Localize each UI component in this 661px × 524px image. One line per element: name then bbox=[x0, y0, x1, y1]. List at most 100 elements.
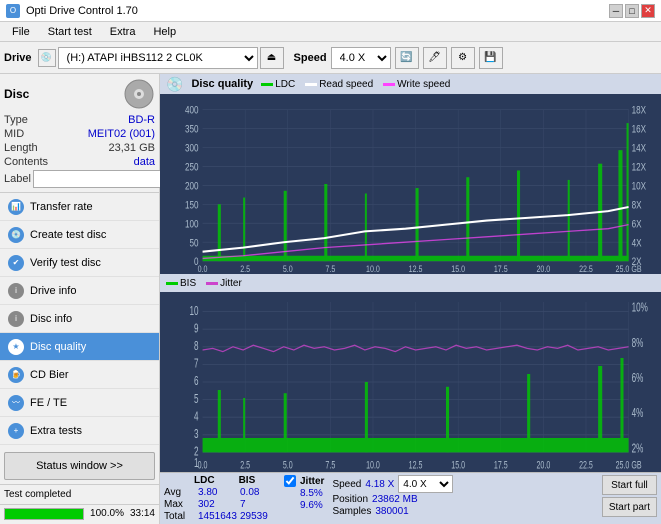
settings-button[interactable]: ⚙ bbox=[451, 47, 475, 69]
drive-info-icon: i bbox=[8, 283, 24, 299]
svg-text:50: 50 bbox=[190, 237, 199, 249]
chart-legend: LDC Read speed Write speed bbox=[261, 79, 450, 90]
chart-header: 💿 Disc quality LDC Read speed Write spee… bbox=[160, 74, 661, 94]
cd-bier-icon: 🍺 bbox=[8, 367, 24, 383]
legend-bis-color bbox=[166, 282, 178, 285]
svg-text:12.5: 12.5 bbox=[409, 459, 423, 470]
svg-text:8X: 8X bbox=[632, 199, 642, 211]
chart1-svg: 400 350 300 250 200 150 100 50 0 18X 16X… bbox=[162, 96, 659, 272]
svg-text:3: 3 bbox=[194, 427, 199, 441]
verify-test-disc-icon: ✔ bbox=[8, 255, 24, 271]
sidebar-item-disc-info[interactable]: i Disc info bbox=[0, 305, 159, 333]
legend-read-speed: Read speed bbox=[305, 79, 373, 90]
disc-info-icon: i bbox=[8, 311, 24, 327]
svg-text:15.0: 15.0 bbox=[451, 459, 465, 470]
sidebar-item-verify-test-disc[interactable]: ✔ Verify test disc bbox=[0, 249, 159, 277]
legend-ldc-color bbox=[261, 83, 273, 86]
samples-row: Samples 380001 bbox=[332, 506, 593, 517]
speed-select-stat[interactable]: 4.0 X bbox=[398, 475, 453, 493]
chart2-container: 10 9 8 7 6 5 4 3 2 1 10% 8% 6% 4% bbox=[160, 292, 661, 472]
svg-text:17.5: 17.5 bbox=[494, 263, 508, 272]
samples-label: Samples bbox=[332, 506, 371, 517]
svg-text:25.0 GB: 25.0 GB bbox=[616, 263, 642, 272]
avg-bis: 0.08 bbox=[240, 487, 276, 498]
burn-button[interactable]: 🖊 bbox=[423, 47, 447, 69]
svg-text:8: 8 bbox=[194, 339, 199, 353]
sidebar-item-fe-te[interactable]: 〰 FE / TE bbox=[0, 389, 159, 417]
svg-text:12X: 12X bbox=[632, 161, 647, 173]
max-label: Max bbox=[164, 499, 192, 510]
extra-tests-icon: + bbox=[8, 423, 24, 439]
svg-text:20.0: 20.0 bbox=[536, 263, 550, 272]
svg-text:0.0: 0.0 bbox=[198, 263, 208, 272]
disc-panel: Disc Type BD-R MID MEIT02 (001) Length 2… bbox=[0, 74, 159, 193]
samples-value: 380001 bbox=[375, 506, 408, 517]
svg-text:7.5: 7.5 bbox=[325, 263, 335, 272]
eject-button[interactable]: ⏏ bbox=[260, 47, 284, 69]
svg-text:4: 4 bbox=[194, 410, 199, 424]
svg-text:0.0: 0.0 bbox=[198, 459, 208, 470]
stats-area: LDC BIS Avg 3.80 0.08 Max 302 7 Total 14… bbox=[160, 472, 661, 524]
save-button[interactable]: 💾 bbox=[479, 47, 503, 69]
sidebar-item-cd-bier[interactable]: 🍺 CD Bier bbox=[0, 361, 159, 389]
jitter-checkbox[interactable] bbox=[284, 475, 296, 487]
svg-text:9: 9 bbox=[194, 322, 199, 336]
minimize-button[interactable]: ─ bbox=[609, 4, 623, 18]
create-test-disc-icon: 💿 bbox=[8, 227, 24, 243]
legend-bis: BIS bbox=[166, 278, 196, 289]
transfer-rate-icon: 📊 bbox=[8, 199, 24, 215]
drive-select[interactable]: (H:) ATAPI iHBS112 2 CL0K bbox=[58, 47, 258, 69]
stats-total-row: Total 1451643 29539 bbox=[164, 511, 276, 522]
sidebar-item-disc-quality[interactable]: ★ Disc quality bbox=[0, 333, 159, 361]
sidebar-item-create-test-disc[interactable]: 💿 Create test disc bbox=[0, 221, 159, 249]
svg-text:7.5: 7.5 bbox=[325, 459, 335, 470]
right-area: 💿 Disc quality LDC Read speed Write spee… bbox=[160, 74, 661, 524]
disc-contents-row: Contents data bbox=[4, 156, 155, 168]
sidebar-item-extra-tests[interactable]: + Extra tests bbox=[0, 417, 159, 445]
stats-headers: LDC BIS bbox=[194, 475, 276, 486]
bis-header: BIS bbox=[239, 475, 256, 486]
progress-percent: 100.0% bbox=[90, 508, 124, 519]
main-content: Disc Type BD-R MID MEIT02 (001) Length 2… bbox=[0, 74, 661, 524]
drive-label: Drive bbox=[4, 52, 32, 64]
menu-start-test[interactable]: Start test bbox=[40, 25, 100, 39]
svg-text:2%: 2% bbox=[632, 442, 644, 456]
jitter-column: Jitter 8.5% 9.6% bbox=[284, 475, 324, 511]
total-ldc: 1451643 bbox=[198, 511, 234, 522]
stats-max-row: Max 302 7 bbox=[164, 499, 276, 510]
max-bis: 7 bbox=[240, 499, 276, 510]
title-bar: O Opti Drive Control 1.70 ─ □ ✕ bbox=[0, 0, 661, 22]
speed-select[interactable]: 4.0 X bbox=[331, 47, 391, 69]
svg-text:150: 150 bbox=[185, 199, 199, 211]
progress-bar-inner bbox=[5, 509, 83, 519]
speed-value-stat: 4.18 X bbox=[365, 479, 394, 490]
svg-text:6X: 6X bbox=[632, 218, 642, 230]
maximize-button[interactable]: □ bbox=[625, 4, 639, 18]
close-button[interactable]: ✕ bbox=[641, 4, 655, 18]
avg-label: Avg bbox=[164, 487, 192, 498]
status-text: Test completed bbox=[4, 489, 71, 500]
start-buttons: Start full Start part bbox=[602, 475, 657, 517]
chart-title: Disc quality bbox=[191, 78, 253, 90]
svg-text:17.5: 17.5 bbox=[494, 459, 508, 470]
svg-text:300: 300 bbox=[185, 142, 199, 154]
start-part-button[interactable]: Start part bbox=[602, 497, 657, 517]
menu-help[interactable]: Help bbox=[145, 25, 184, 39]
menu-extra[interactable]: Extra bbox=[102, 25, 144, 39]
sidebar-item-transfer-rate[interactable]: 📊 Transfer rate bbox=[0, 193, 159, 221]
legend-ldc: LDC bbox=[261, 79, 295, 90]
jitter-max: 9.6% bbox=[300, 500, 324, 511]
svg-text:20.0: 20.0 bbox=[536, 459, 550, 470]
svg-text:14X: 14X bbox=[632, 142, 647, 154]
disc-label-row: Label 🔍 bbox=[4, 170, 155, 188]
position-row: Position 23862 MB bbox=[332, 494, 593, 505]
disc-label-input[interactable] bbox=[33, 170, 171, 188]
menu-file[interactable]: File bbox=[4, 25, 38, 39]
speed-position-samples: Speed 4.18 X 4.0 X Position 23862 MB Sam… bbox=[332, 475, 593, 517]
jitter-avg: 8.5% bbox=[300, 488, 324, 499]
start-full-button[interactable]: Start full bbox=[602, 475, 657, 495]
refresh-button[interactable]: 🔄 bbox=[395, 47, 419, 69]
status-window-button[interactable]: Status window >> bbox=[4, 452, 155, 480]
sidebar-item-drive-info[interactable]: i Drive info bbox=[0, 277, 159, 305]
menu-bar: File Start test Extra Help bbox=[0, 22, 661, 42]
